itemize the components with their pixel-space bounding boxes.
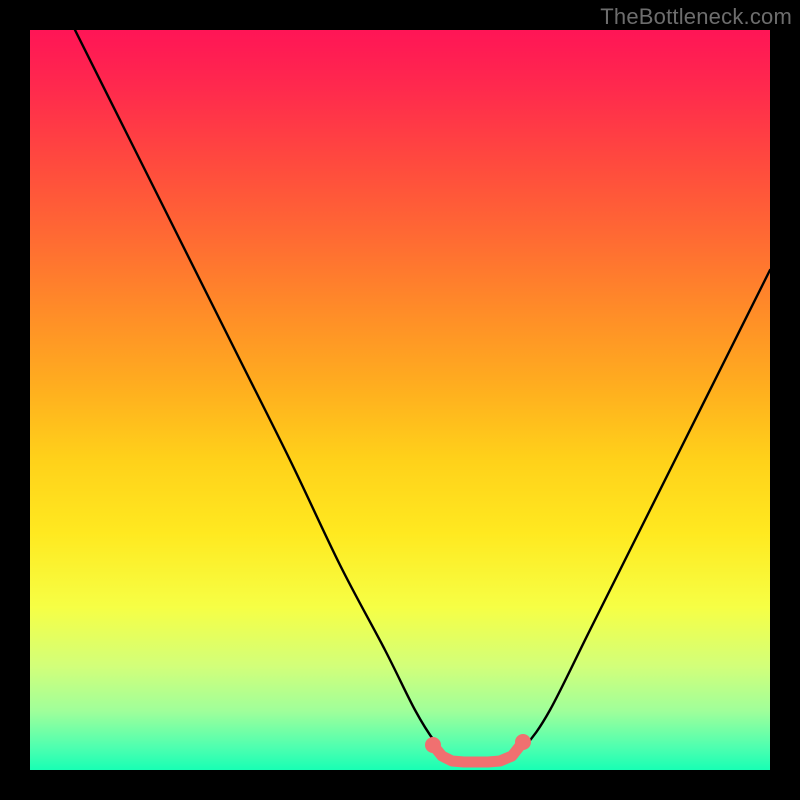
bottom-marker-dot <box>515 734 531 750</box>
chart-frame: TheBottleneck.com <box>0 0 800 800</box>
bottom-markers-group <box>425 734 531 762</box>
bottom-markers-connector <box>433 742 523 762</box>
plot-area <box>30 30 770 770</box>
bottleneck-curve <box>75 30 770 762</box>
watermark-text: TheBottleneck.com <box>600 4 792 30</box>
chart-svg <box>30 30 770 770</box>
bottom-marker-dot <box>425 737 441 753</box>
